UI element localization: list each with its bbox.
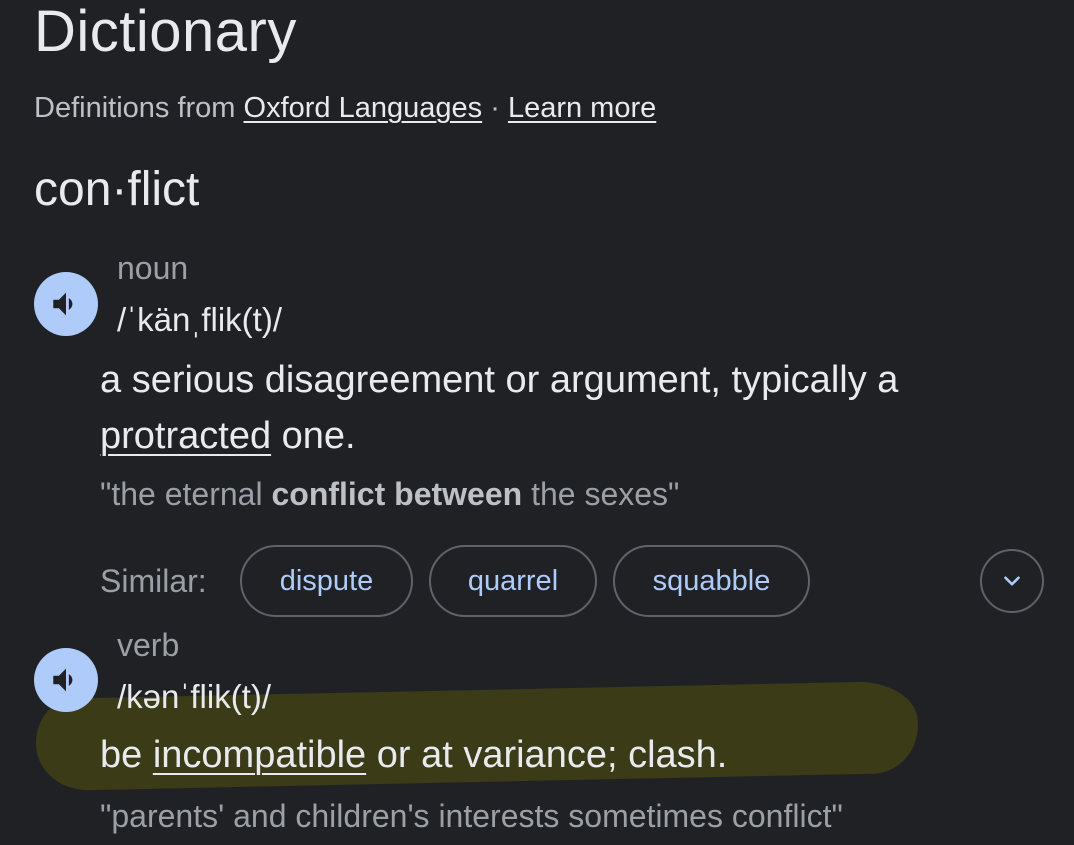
- verb-definition-rest: or at variance; clash.: [366, 734, 728, 776]
- noun-pronunciation: /ˈkänˌflik(t)/: [117, 301, 282, 338]
- expand-similar-button[interactable]: [980, 549, 1044, 613]
- verb-part-of-speech: verb: [117, 627, 180, 663]
- similar-chip-quarrel[interactable]: quarrel: [429, 545, 597, 617]
- verb-pronounce-button[interactable]: [34, 648, 98, 712]
- verb-example: "parents' and children's interests somet…: [100, 798, 843, 834]
- noun-pronounce-button[interactable]: [34, 272, 98, 336]
- speaker-icon: [53, 292, 73, 316]
- incompatible-link[interactable]: incompatible: [153, 734, 366, 776]
- separator: ·: [490, 92, 500, 124]
- dictionary-panel: Dictionary Definitions from Oxford Langu…: [0, 0, 1074, 845]
- noun-definition-line1: a serious disagreement or argument, typi…: [100, 359, 899, 401]
- oxford-languages-link[interactable]: Oxford Languages: [244, 92, 483, 124]
- verb-definition: be incompatible or at variance; clash.: [100, 727, 727, 783]
- noun-example-open: "the eternal: [100, 476, 272, 512]
- learn-more-link[interactable]: Learn more: [508, 92, 656, 124]
- protracted-link[interactable]: protracted: [100, 415, 271, 457]
- noun-part-of-speech: noun: [117, 250, 189, 286]
- headword: con·flict: [34, 163, 200, 216]
- source-line: Definitions from Oxford Languages · Lear…: [34, 91, 656, 125]
- speaker-icon: [53, 668, 73, 692]
- chevron-down-icon: [1004, 576, 1020, 586]
- noun-example: "the eternal conflict between the sexes": [100, 474, 679, 514]
- noun-definition-rest: one.: [271, 415, 356, 457]
- noun-example-bold: conflict between: [271, 476, 523, 512]
- noun-definition: a serious disagreement or argument, typi…: [100, 352, 898, 464]
- source-prefix: Definitions from: [34, 92, 236, 124]
- verb-pronunciation: /kənˈflik(t)/: [117, 678, 272, 715]
- verb-definition-pre: be: [100, 734, 153, 776]
- similar-label: Similar:: [100, 563, 207, 599]
- noun-example-close: the sexes": [522, 476, 680, 512]
- similar-chip-squabble[interactable]: squabble: [613, 545, 810, 617]
- page-title: Dictionary: [34, 0, 297, 64]
- similar-chip-dispute[interactable]: dispute: [240, 545, 413, 617]
